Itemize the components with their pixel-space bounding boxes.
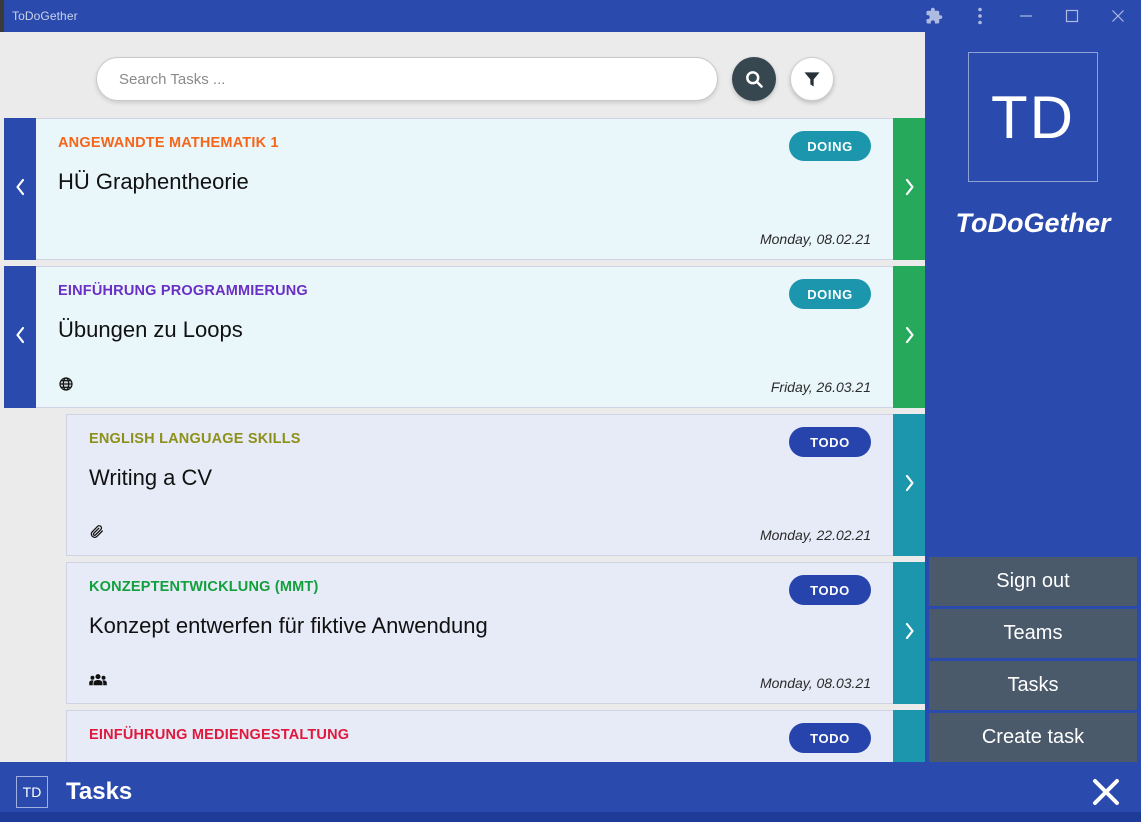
search-input[interactable] bbox=[96, 57, 718, 101]
sidebar-item-label: Tasks bbox=[1007, 674, 1059, 696]
task-status-badge[interactable]: DOING bbox=[789, 279, 871, 309]
task-attribute-icons bbox=[58, 376, 74, 395]
task-due-date: Monday, 08.02.21 bbox=[759, 231, 871, 247]
task-card-footer: Monday, 08.03.21 bbox=[89, 672, 871, 691]
sidebar-item-label: Create task bbox=[981, 726, 1085, 748]
task-subject: ANGEWANDTE MATHEMATIK 1 bbox=[58, 135, 279, 151]
app-window: ToDoGether Search Tasks ... ANGEWANDTE M… bbox=[0, 0, 1141, 822]
task-move-left-button[interactable] bbox=[4, 118, 36, 260]
task-move-left-button[interactable] bbox=[4, 266, 36, 408]
task-subject: EINFÜHRUNG PROGRAMMIERUNG bbox=[58, 283, 308, 299]
bottom-bar-title: Tasks bbox=[66, 778, 133, 805]
app-logo-initials: TD bbox=[991, 83, 1075, 151]
task-status-badge[interactable]: TODO bbox=[789, 723, 871, 753]
chevron-right-icon bbox=[903, 177, 916, 202]
task-due-date: Monday, 22.02.21 bbox=[759, 527, 871, 543]
puzzle-icon[interactable] bbox=[911, 0, 957, 32]
paperclip-icon bbox=[89, 524, 105, 543]
chevron-right-icon bbox=[903, 325, 916, 350]
task-card-footer: Monday, 22.02.21 bbox=[89, 524, 871, 543]
task-list: ANGEWANDTE MATHEMATIK 1 HÜ Graphentheorie… bbox=[4, 118, 925, 762]
close-icon[interactable] bbox=[1095, 0, 1141, 32]
task-title: Übungen zu Loops bbox=[58, 317, 243, 342]
filter-button[interactable] bbox=[790, 57, 834, 101]
group-icon bbox=[89, 672, 107, 691]
task-card-body[interactable]: EINFÜHRUNG MEDIENGESTALTUNG TODO bbox=[66, 710, 893, 762]
bottom-bar-logo: TD bbox=[16, 776, 48, 808]
task-card[interactable]: EINFÜHRUNG PROGRAMMIERUNG Übungen zu Loop… bbox=[4, 266, 925, 408]
task-move-right-button[interactable] bbox=[893, 266, 925, 408]
search-button[interactable] bbox=[732, 57, 776, 101]
right-sidebar: TD ToDoGether Sign out Teams Tasks Create t… bbox=[925, 32, 1141, 762]
task-status-badge[interactable]: DOING bbox=[789, 131, 871, 161]
task-move-right-button[interactable] bbox=[893, 562, 925, 704]
app-logo: TD bbox=[968, 52, 1098, 182]
task-subject: EINFÜHRUNG MEDIENGESTALTUNG bbox=[89, 727, 350, 743]
bottom-bar: TD Tasks bbox=[0, 762, 1141, 822]
window-title-bar: ToDoGether bbox=[0, 0, 1141, 32]
task-card-body[interactable]: ENGLISH LANGUAGE SKILLS Writing a CV Monda… bbox=[66, 414, 893, 556]
maximize-icon[interactable] bbox=[1049, 0, 1095, 32]
app-brand-name: ToDoGether bbox=[955, 208, 1111, 238]
task-move-right-button[interactable] bbox=[893, 118, 925, 260]
task-card[interactable]: EINFÜHRUNG MEDIENGESTALTUNG TODO bbox=[34, 710, 925, 762]
task-card-body[interactable]: KONZEPTENTWICKLUNG (MMT) Konzept entwerfe… bbox=[66, 562, 893, 704]
bottom-bar-logo-initials: TD bbox=[22, 784, 42, 800]
task-status-badge[interactable]: TODO bbox=[789, 575, 871, 605]
chevron-left-icon bbox=[14, 325, 27, 350]
task-status-badge[interactable]: TODO bbox=[789, 427, 871, 457]
task-card[interactable]: ANGEWANDTE MATHEMATIK 1 HÜ Graphentheorie… bbox=[4, 118, 925, 260]
task-title: Writing a CV bbox=[89, 465, 213, 490]
task-subject: KONZEPTENTWICKLUNG (MMT) bbox=[89, 579, 319, 595]
chevron-right-icon bbox=[903, 621, 916, 646]
bottom-overflow-strip bbox=[0, 812, 1141, 822]
sidebar-item-sign-out[interactable]: Sign out bbox=[925, 554, 1141, 606]
task-move-right-button[interactable] bbox=[893, 414, 925, 556]
task-attribute-icons bbox=[89, 524, 105, 543]
kebab-menu-icon[interactable] bbox=[957, 0, 1003, 32]
sidebar-item-create-task[interactable]: Create task bbox=[925, 710, 1141, 762]
task-title: Konzept entwerfen für fiktive Anwendung bbox=[89, 613, 488, 638]
sidebar-item-label: Teams bbox=[1003, 622, 1063, 644]
main-content: ANGEWANDTE MATHEMATIK 1 HÜ Graphentheorie… bbox=[4, 32, 925, 762]
task-card-footer: Monday, 08.02.21 bbox=[58, 231, 871, 247]
task-title: HÜ Graphentheorie bbox=[58, 169, 249, 194]
globe-icon bbox=[58, 376, 74, 395]
task-subject: ENGLISH LANGUAGE SKILLS bbox=[89, 431, 301, 447]
sidebar-item-label: Sign out bbox=[996, 570, 1070, 592]
task-card[interactable]: KONZEPTENTWICKLUNG (MMT) Konzept entwerfe… bbox=[34, 562, 925, 704]
sidebar-menu: Sign out Teams Tasks Create task bbox=[925, 554, 1141, 762]
task-card-footer: Friday, 26.03.21 bbox=[58, 376, 871, 395]
search-row bbox=[96, 57, 834, 101]
task-move-right-button[interactable] bbox=[893, 710, 925, 762]
window-left-edge bbox=[0, 0, 4, 32]
task-card-body[interactable]: ANGEWANDTE MATHEMATIK 1 HÜ Graphentheorie… bbox=[36, 118, 893, 260]
task-card-body[interactable]: EINFÜHRUNG PROGRAMMIERUNG Übungen zu Loop… bbox=[36, 266, 893, 408]
chevron-left-icon bbox=[14, 177, 27, 202]
task-attribute-icons bbox=[89, 672, 107, 691]
task-card[interactable]: ENGLISH LANGUAGE SKILLS Writing a CV Monda… bbox=[34, 414, 925, 556]
sidebar-item-teams[interactable]: Teams bbox=[925, 606, 1141, 658]
chevron-right-icon bbox=[903, 473, 916, 498]
task-due-date: Friday, 26.03.21 bbox=[770, 379, 871, 395]
task-due-date: Monday, 08.03.21 bbox=[759, 675, 871, 691]
sidebar-item-tasks[interactable]: Tasks bbox=[925, 658, 1141, 710]
window-title: ToDoGether bbox=[12, 9, 78, 23]
minimize-icon[interactable] bbox=[1003, 0, 1049, 32]
